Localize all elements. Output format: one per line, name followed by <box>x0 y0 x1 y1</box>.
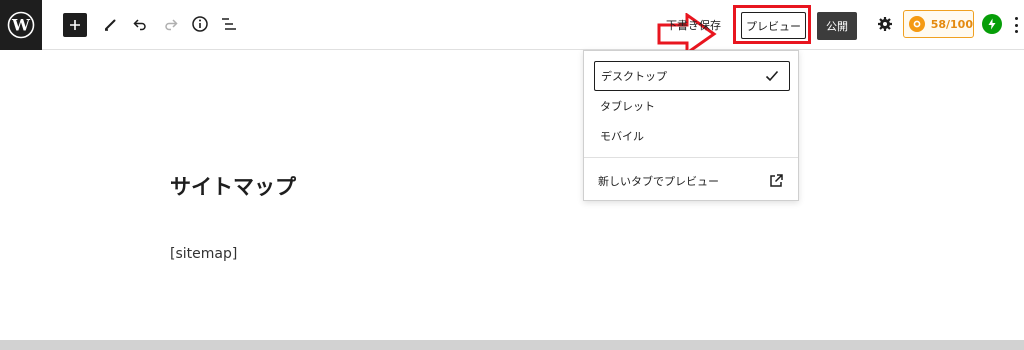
publish-button[interactable]: 公開 <box>817 12 857 40</box>
external-link-icon <box>770 174 783 187</box>
menu-item-label: モバイル <box>600 130 644 143</box>
svg-text:W: W <box>11 16 31 35</box>
wordpress-logo-icon: W <box>7 11 35 39</box>
tools-button[interactable] <box>101 14 121 34</box>
menu-item-label: デスクトップ <box>601 70 667 83</box>
add-block-button[interactable] <box>63 13 87 37</box>
undo-button[interactable] <box>130 14 150 34</box>
wordpress-logo-button[interactable]: W <box>0 0 42 50</box>
post-title[interactable]: サイトマップ <box>170 171 296 201</box>
more-options-button[interactable] <box>1012 15 1020 35</box>
seo-score-button[interactable]: 58/100 <box>903 10 974 38</box>
checkmark-icon <box>765 70 779 82</box>
score-gear-icon <box>909 16 925 32</box>
undo-icon <box>133 19 146 31</box>
preview-button[interactable]: プレビュー <box>741 12 806 39</box>
menu-divider <box>584 157 798 158</box>
details-button[interactable] <box>190 14 210 34</box>
list-view-button[interactable] <box>219 14 239 34</box>
plus-icon <box>70 20 80 30</box>
preview-menu-item-mobile[interactable]: モバイル <box>594 121 790 151</box>
list-view-icon <box>222 18 236 30</box>
pencil-icon <box>105 19 116 31</box>
jetpack-bolt-icon <box>988 18 996 30</box>
seo-score-label: 58/100 <box>930 17 973 31</box>
jetpack-button[interactable] <box>982 14 1002 34</box>
redo-icon <box>165 19 178 31</box>
dot-icon <box>1014 23 1018 27</box>
menu-item-label: タブレット <box>600 100 655 113</box>
preview-menu-item-tablet[interactable]: タブレット <box>594 91 790 121</box>
shortcode-block[interactable]: [sitemap] <box>170 246 237 262</box>
info-icon <box>192 16 208 32</box>
preview-dropdown-menu: デスクトップ タブレット モバイル 新しいタブでプレビュー <box>583 50 799 201</box>
menu-item-label: 新しいタブでプレビュー <box>598 175 719 188</box>
save-draft-button[interactable]: 下書き保存 <box>666 17 721 33</box>
dot-icon <box>1014 30 1018 33</box>
settings-button[interactable] <box>875 14 895 34</box>
redo-button[interactable] <box>161 14 181 34</box>
gear-icon <box>878 17 892 31</box>
editor-footer-bar <box>0 340 1024 350</box>
preview-menu-item-desktop[interactable]: デスクトップ <box>594 61 790 91</box>
editor-header: W 下書き保存 プレビュー 公開 58/100 <box>0 0 1024 55</box>
dot-icon <box>1014 17 1018 20</box>
preview-new-tab-link[interactable]: 新しいタブでプレビュー <box>594 166 790 196</box>
